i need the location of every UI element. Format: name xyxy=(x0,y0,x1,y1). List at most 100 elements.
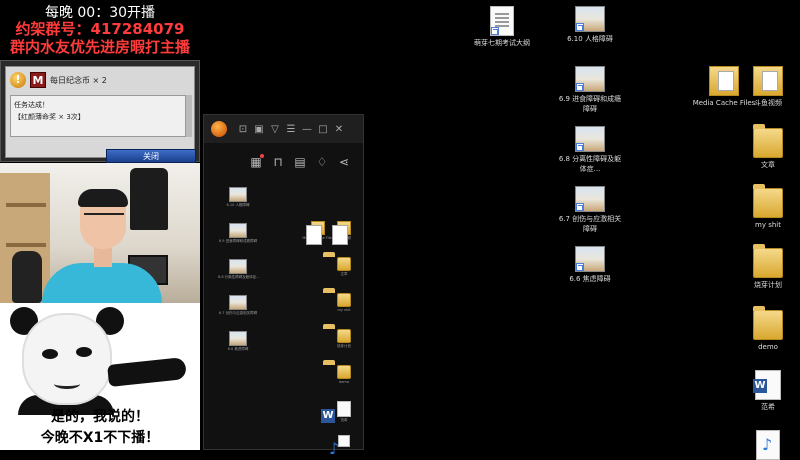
close-button[interactable]: 关闭 xyxy=(106,149,196,163)
mini-desktop-item[interactable]: 6.7 创伤与应激相关障碍 xyxy=(218,295,258,316)
folder-icon xyxy=(753,184,783,218)
desktop-item-6-9[interactable]: 6.9 进食障碍和成瘾障碍 xyxy=(558,66,622,114)
mini-item-label: 烧芽计划 xyxy=(337,344,351,348)
mini-item-label: 6.9 进食障碍和成瘾障碍 xyxy=(218,239,258,243)
desktop-item-demo[interactable]: demo xyxy=(736,306,800,352)
desktop-item-music[interactable] xyxy=(736,430,800,460)
streamer-body xyxy=(42,263,162,303)
shortcut-arrow-icon xyxy=(576,203,584,211)
panda-face xyxy=(22,313,112,405)
thumbnail-icon xyxy=(229,331,247,346)
message-line-2: 【红颜薄命奖 × 3次】 xyxy=(14,113,85,121)
shortcut-arrow-icon xyxy=(576,83,584,91)
mini-item-label: my shit xyxy=(337,308,351,312)
coin-badge-icon: M xyxy=(30,72,46,88)
app-avatar-icon[interactable] xyxy=(211,121,227,137)
mini-item-label: 6.7 创伤与应激相关障碍 xyxy=(218,311,258,315)
mini-desktop-item[interactable]: demo xyxy=(324,365,364,385)
desktop-item-word-doc[interactable]: 范希 xyxy=(736,370,800,412)
message-scrollbar[interactable] xyxy=(186,95,192,137)
folder-icon xyxy=(337,257,351,271)
mini-desktop-item[interactable]: 6.8 分离性障碍及躯体症... xyxy=(218,259,260,280)
panda-mouth xyxy=(54,379,80,389)
document-icon xyxy=(490,6,514,36)
desktop-item-my-shit[interactable]: my shit xyxy=(736,184,800,230)
folder-icon xyxy=(753,244,783,278)
desktop-item-label: 6.10 人格障碍 xyxy=(567,35,613,43)
folder-icon xyxy=(337,293,351,307)
menu-icon[interactable]: ☰ xyxy=(283,124,299,135)
filter-icon[interactable]: ▽ xyxy=(267,124,283,135)
share-icon[interactable]: ⋖ xyxy=(337,151,351,173)
thumbnail-icon xyxy=(575,6,605,32)
message-line-1: 任务达成！ xyxy=(14,101,49,109)
media-folder-icon xyxy=(753,66,783,96)
thumbnail-icon xyxy=(575,186,605,212)
bell-icon[interactable]: ♢ xyxy=(315,151,329,173)
panda-pointing-arm xyxy=(107,356,187,388)
mini-desktop-item[interactable]: 6.6 焦虑障碍 xyxy=(218,331,258,352)
folder-icon xyxy=(753,306,783,340)
desktop-item-articles[interactable]: 文章 xyxy=(736,124,800,170)
shortcut-arrow-icon xyxy=(576,263,584,271)
desktop-item-exam-outline[interactable]: 萌芽七期考试大纲 xyxy=(470,6,534,48)
mini-desktop-item[interactable]: 斗鱼视频 xyxy=(324,221,364,241)
group-notice-text: 群内水友优先进房暇打主播 xyxy=(9,38,190,56)
close-window-button[interactable]: ✕ xyxy=(331,124,347,135)
mini-desktop-item[interactable]: 6.10 人格障碍 xyxy=(218,187,258,208)
desktop-item-label: 斗鱼视频 xyxy=(754,99,782,107)
thumbnail-icon xyxy=(229,259,247,274)
mini-desktop-item[interactable]: 烧芽计划 xyxy=(324,329,364,349)
desktop-item-6-8[interactable]: 6.8 分离性障碍及躯体症... xyxy=(558,126,622,174)
thumbnail-icon xyxy=(229,295,247,310)
dialog-body: ! M 每日纪念币 × 2 任务达成！ 【红颜薄命奖 × 3次】 关闭 xyxy=(5,66,196,163)
unlock-icon[interactable]: ⊓ xyxy=(271,151,285,173)
shortcut-arrow-icon xyxy=(491,27,499,35)
folder-icon xyxy=(753,124,783,158)
mini-desktop-item[interactable]: 文章 xyxy=(324,257,364,277)
game-reward-dialog: ! M 每日纪念币 × 2 任务达成！ 【红颜薄命奖 × 3次】 关闭 xyxy=(0,60,200,163)
maximize-button[interactable]: □ xyxy=(315,124,331,135)
mirror-app-window: ⊡ ▣ ▽ ☰ — □ ✕ ▦ ⊓ ▤ ♢ ⋖ 6.10 人格障碍 6.9 进食… xyxy=(203,114,364,450)
mini-item-label: 6.10 人格障碍 xyxy=(226,203,250,207)
calendar-icon[interactable]: ▦ xyxy=(249,151,264,173)
desktop-item-6-6[interactable]: 6.6 焦虑障碍 xyxy=(558,246,622,284)
screenshot-icon[interactable]: ⊡ xyxy=(235,124,251,135)
meme-caption-2: 今晚不X1不下播！ xyxy=(40,430,160,446)
mini-desktop-item[interactable] xyxy=(324,435,364,448)
thumbnail-icon xyxy=(575,66,605,92)
thumbnail-icon xyxy=(575,246,605,272)
app-titlebar[interactable]: ⊡ ▣ ▽ ☰ — □ ✕ xyxy=(204,115,363,143)
mini-item-label: 文章 xyxy=(340,272,348,276)
mini-desktop-item[interactable]: 范希 xyxy=(324,401,364,423)
word-document-icon xyxy=(753,370,781,400)
microphone-icon xyxy=(12,251,42,303)
mini-desktop-item[interactable]: 6.9 进食障碍和成瘾障碍 xyxy=(218,223,258,244)
window-mode-icon[interactable]: ▣ xyxy=(251,124,267,135)
mini-desktop-item[interactable]: my shit xyxy=(324,293,364,313)
desktop-item-douyu-video[interactable]: 斗鱼视频 xyxy=(736,66,800,108)
desktop-item-label: demo xyxy=(758,343,778,351)
hanging-shirt xyxy=(130,168,168,230)
desktop-item-label: 6.7 创伤与应激相关障碍 xyxy=(558,215,622,233)
streamer-glasses xyxy=(84,213,124,221)
reward-row: ! M 每日纪念币 × 2 xyxy=(10,71,190,89)
notification-dot xyxy=(260,154,264,158)
minimize-button[interactable]: — xyxy=(299,124,315,135)
streamer-hair xyxy=(78,189,128,207)
desktop-item-plan[interactable]: 烧芽计划 xyxy=(736,244,800,290)
mini-item-label: 6.6 焦虑障碍 xyxy=(227,347,249,351)
reward-item-label: 每日纪念币 × 2 xyxy=(50,75,107,85)
desktop-item-label: 范希 xyxy=(761,403,775,411)
thumbnail-icon xyxy=(229,223,247,238)
reward-message: 任务达成！ 【红颜薄命奖 × 3次】 xyxy=(10,95,186,137)
desktop-item-label: 6.9 进食障碍和成瘾障碍 xyxy=(558,95,622,113)
desktop-item-6-10[interactable]: 6.10 人格障碍 xyxy=(558,6,622,44)
desktop-item-6-7[interactable]: 6.7 创伤与应激相关障碍 xyxy=(558,186,622,234)
music-file-icon xyxy=(338,435,350,447)
media-folder-icon xyxy=(337,221,351,235)
panda-meme: 是的，我说的！ 今晚不X1不下播！ xyxy=(0,303,200,450)
layout-icon[interactable]: ▤ xyxy=(293,151,307,173)
shortcut-arrow-icon xyxy=(576,143,584,151)
desktop-item-label: 6.6 焦虑障碍 xyxy=(569,275,611,283)
